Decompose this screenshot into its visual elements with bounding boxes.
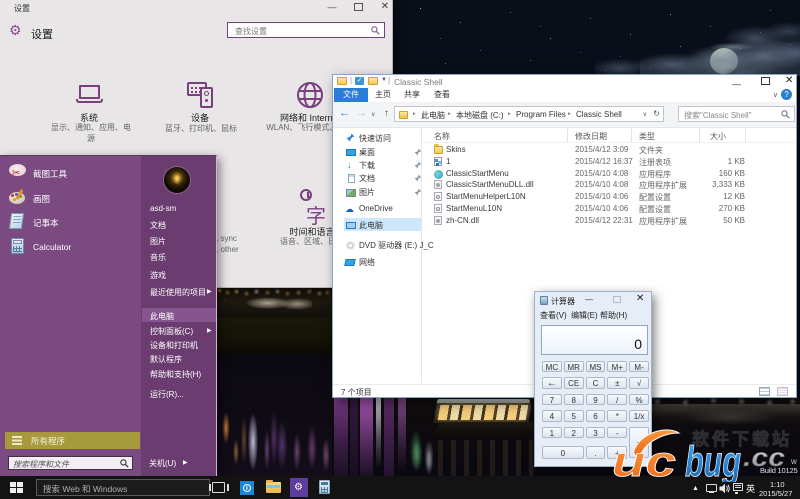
svg-text:bug: bug <box>685 438 741 482</box>
svg-text:uc: uc <box>612 438 676 482</box>
